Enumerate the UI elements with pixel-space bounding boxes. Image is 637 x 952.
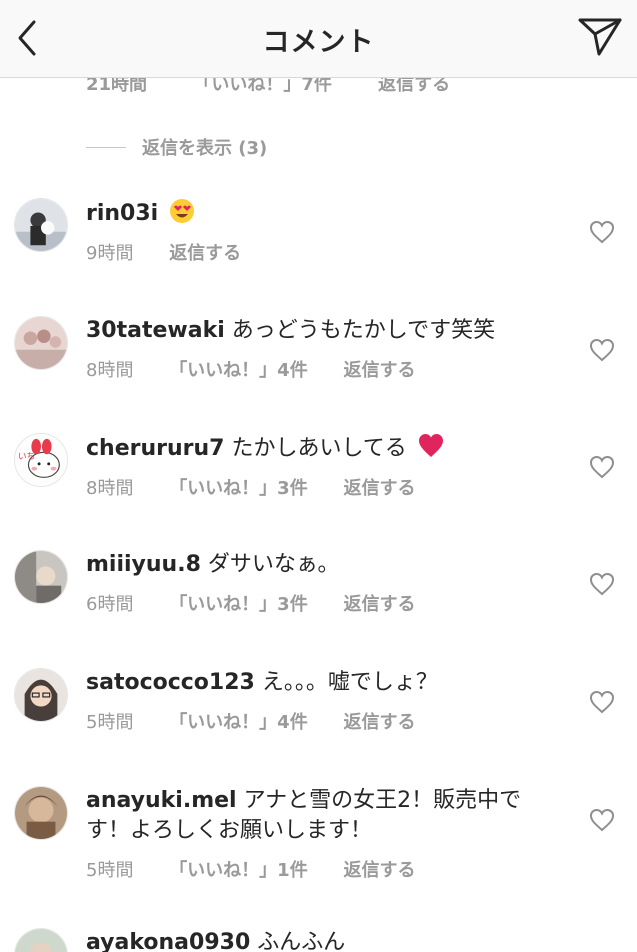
like-count[interactable]: 「いいね！」7件 — [193, 78, 332, 95]
comment-time: 8時間 — [86, 360, 134, 381]
like-count[interactable]: 「いいね！」3件 — [169, 474, 308, 500]
comment-time: 6時間 — [86, 594, 134, 615]
comment-time: 8時間 — [86, 478, 134, 499]
red-heart-emoji — [418, 434, 443, 457]
heart-icon[interactable] — [589, 338, 615, 362]
comment-body: 30tatewaki あっどうもたかしです笑笑 8時間 「いいね！」4件 返信す… — [86, 316, 546, 382]
reply-button[interactable]: 返信する — [343, 590, 415, 616]
divider — [86, 146, 126, 148]
heart-icon[interactable] — [589, 808, 615, 832]
paper-plane-icon — [578, 18, 622, 56]
view-replies-button[interactable]: 返信を表示 (3) — [86, 134, 267, 160]
comment-text: え。。。嘘でしょ？ — [254, 670, 438, 695]
reply-button[interactable]: 返信する — [169, 239, 241, 265]
avatar[interactable] — [14, 198, 68, 252]
heart-icon[interactable] — [589, 455, 615, 479]
avatar[interactable] — [14, 668, 68, 722]
avatar[interactable] — [14, 550, 68, 604]
reply-button[interactable]: 返信する — [343, 856, 415, 882]
comment-time: 21時間 — [86, 78, 148, 95]
username[interactable]: rin03i — [86, 201, 158, 226]
avatar[interactable] — [14, 928, 68, 952]
like-count[interactable]: 「いいね！」4件 — [169, 708, 308, 734]
reply-button[interactable]: 返信する — [343, 356, 415, 382]
comment-text: ダサいなぁ。 — [200, 552, 340, 577]
comment-body: satococco123 え。。。嘘でしょ？ 5時間 「いいね！」4件 返信する — [86, 668, 546, 734]
like-count[interactable]: 「いいね！」4件 — [169, 356, 308, 382]
reply-button[interactable]: 返信する — [343, 708, 415, 734]
comment-body: miiiyuu.8 ダサいなぁ。 6時間 「いいね！」3件 返信する — [86, 550, 546, 616]
heart-icon[interactable] — [589, 690, 615, 714]
username[interactable]: satococco123 — [86, 670, 255, 695]
reply-button[interactable]: 返信する — [343, 474, 415, 500]
comment-time: 5時間 — [86, 860, 134, 881]
comment-body: anayuki.mel アナと雪の女王2！販売中です！よろしくお願いします！ 5… — [86, 786, 546, 882]
username[interactable]: 30tatewaki — [86, 318, 225, 343]
heart-icon[interactable] — [589, 220, 615, 244]
username[interactable]: anayuki.mel — [86, 788, 237, 813]
comment-text: ふんふん — [250, 930, 346, 952]
heart-icon[interactable] — [589, 572, 615, 596]
username[interactable]: miiiyuu.8 — [86, 552, 201, 577]
page-title: コメント — [262, 27, 375, 58]
comment-time: 5時間 — [86, 712, 134, 733]
comment-body: ayakona0930 ふんふん — [86, 928, 546, 952]
like-count[interactable]: 「いいね！」1件 — [169, 856, 308, 882]
avatar[interactable] — [14, 786, 68, 840]
partial-comment-meta: 21時間 「いいね！」7件 返信する — [86, 78, 490, 96]
header-bar: コメント — [0, 0, 637, 78]
comment-text: たかしあいしてる — [224, 436, 407, 461]
comments-list[interactable]: 21時間 「いいね！」7件 返信する 返信を表示 (3) rin03i 9時間 … — [0, 78, 637, 952]
comment-body: cherururu7 たかしあいしてる 8時間 「いいね！」3件 返信する — [86, 433, 546, 500]
heart-eyes-emoji — [170, 199, 195, 223]
comment-body: rin03i 9時間 返信する — [86, 198, 546, 265]
comment-time: 9時間 — [86, 243, 134, 264]
avatar[interactable] — [14, 316, 68, 370]
reply-button[interactable]: 返信する — [378, 78, 450, 95]
username[interactable]: ayakona0930 — [86, 930, 250, 952]
share-button[interactable] — [577, 16, 623, 58]
view-replies-label: 返信を表示 (3) — [142, 138, 268, 159]
like-count[interactable]: 「いいね！」3件 — [169, 590, 308, 616]
username[interactable]: cherururu7 — [86, 436, 224, 461]
avatar[interactable]: いち — [14, 433, 68, 487]
svg-text:いち: いち — [18, 451, 35, 462]
comment-text: あっどうもたかしです笑笑 — [224, 318, 496, 343]
